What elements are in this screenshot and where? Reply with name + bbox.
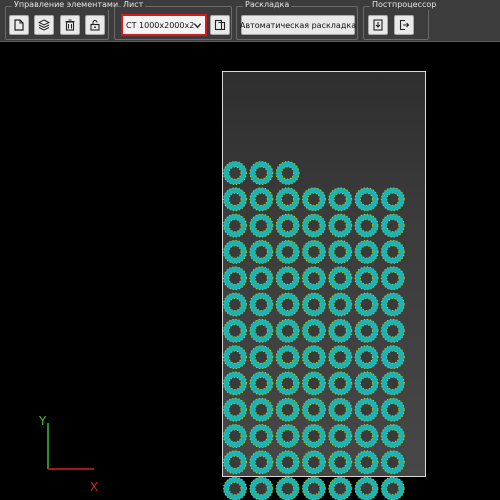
- nested-part[interactable]: [301, 213, 326, 238]
- nested-part[interactable]: [275, 187, 300, 212]
- nested-part[interactable]: [275, 292, 300, 317]
- nested-part[interactable]: [328, 476, 353, 500]
- nested-part[interactable]: [380, 213, 405, 238]
- nested-part[interactable]: [301, 318, 326, 343]
- nested-part[interactable]: [380, 371, 405, 396]
- nested-part[interactable]: [249, 292, 274, 317]
- nested-part[interactable]: [223, 345, 247, 370]
- nested-part[interactable]: [380, 187, 405, 212]
- nested-part[interactable]: [328, 213, 353, 238]
- nested-part[interactable]: [249, 424, 274, 448]
- nested-part[interactable]: [249, 318, 274, 343]
- nested-part[interactable]: [275, 371, 300, 396]
- nested-part[interactable]: [249, 239, 274, 264]
- nested-part[interactable]: [328, 318, 353, 343]
- x-axis-label: X: [90, 480, 98, 494]
- nested-part[interactable]: [301, 424, 326, 448]
- nested-part[interactable]: [301, 345, 326, 370]
- nested-part[interactable]: [275, 239, 300, 264]
- nested-part[interactable]: [354, 239, 379, 264]
- nested-part[interactable]: [223, 318, 247, 343]
- nested-part[interactable]: [275, 318, 300, 343]
- nested-part[interactable]: [301, 476, 326, 500]
- nested-part[interactable]: [223, 187, 247, 212]
- nested-part[interactable]: [328, 239, 353, 264]
- axis-indicator: Y X: [38, 414, 98, 494]
- nested-part[interactable]: [301, 292, 326, 317]
- nested-part[interactable]: [380, 318, 405, 343]
- nested-part[interactable]: [354, 187, 379, 212]
- nested-part[interactable]: [223, 213, 247, 238]
- nested-part[interactable]: [301, 450, 326, 475]
- nested-part[interactable]: [249, 213, 274, 238]
- nested-part[interactable]: [380, 450, 405, 475]
- nested-part[interactable]: [249, 161, 274, 185]
- nested-part[interactable]: [380, 345, 405, 370]
- nested-part[interactable]: [354, 424, 379, 448]
- nested-part[interactable]: [223, 161, 247, 185]
- nested-part[interactable]: [275, 424, 300, 448]
- nested-part[interactable]: [249, 187, 274, 212]
- nested-part[interactable]: [275, 397, 300, 422]
- nested-part[interactable]: [223, 476, 247, 500]
- nested-part[interactable]: [223, 450, 247, 475]
- nested-part[interactable]: [223, 371, 247, 396]
- nested-part[interactable]: [354, 318, 379, 343]
- nested-part[interactable]: [301, 371, 326, 396]
- nested-part[interactable]: [354, 292, 379, 317]
- nested-part[interactable]: [354, 397, 379, 422]
- nested-part[interactable]: [275, 161, 300, 185]
- nested-part[interactable]: [275, 450, 300, 475]
- nested-part[interactable]: [380, 292, 405, 317]
- y-axis-label: Y: [38, 414, 47, 428]
- nested-part[interactable]: [275, 266, 300, 291]
- nested-part[interactable]: [328, 424, 353, 448]
- nested-part[interactable]: [380, 266, 405, 291]
- nested-part[interactable]: [301, 266, 326, 291]
- nested-part[interactable]: [223, 239, 247, 264]
- nested-part[interactable]: [249, 371, 274, 396]
- nested-part[interactable]: [223, 397, 247, 422]
- nested-part[interactable]: [275, 213, 300, 238]
- nested-part[interactable]: [328, 345, 353, 370]
- nested-part[interactable]: [354, 450, 379, 475]
- nested-part[interactable]: [249, 476, 274, 500]
- nested-part[interactable]: [249, 450, 274, 475]
- nested-part[interactable]: [328, 187, 353, 212]
- nested-part[interactable]: [301, 239, 326, 264]
- nested-part[interactable]: [223, 292, 247, 317]
- nested-part[interactable]: [354, 371, 379, 396]
- nested-part[interactable]: [328, 397, 353, 422]
- nested-part[interactable]: [275, 476, 300, 500]
- nested-part[interactable]: [301, 397, 326, 422]
- nested-part[interactable]: [328, 266, 353, 291]
- nested-part[interactable]: [354, 345, 379, 370]
- nested-part[interactable]: [328, 292, 353, 317]
- nested-part[interactable]: [380, 397, 405, 422]
- nested-part[interactable]: [249, 266, 274, 291]
- nested-part[interactable]: [354, 266, 379, 291]
- nested-part[interactable]: [223, 424, 247, 448]
- nested-part[interactable]: [354, 213, 379, 238]
- nested-part[interactable]: [380, 239, 405, 264]
- nested-part[interactable]: [354, 476, 379, 500]
- nested-part[interactable]: [301, 187, 326, 212]
- nested-part[interactable]: [328, 450, 353, 475]
- nested-part[interactable]: [249, 345, 274, 370]
- nested-part[interactable]: [380, 476, 405, 500]
- nested-part[interactable]: [249, 397, 274, 422]
- nested-part[interactable]: [275, 345, 300, 370]
- nested-part[interactable]: [380, 424, 405, 448]
- nested-part[interactable]: [328, 371, 353, 396]
- nested-part[interactable]: [223, 266, 247, 291]
